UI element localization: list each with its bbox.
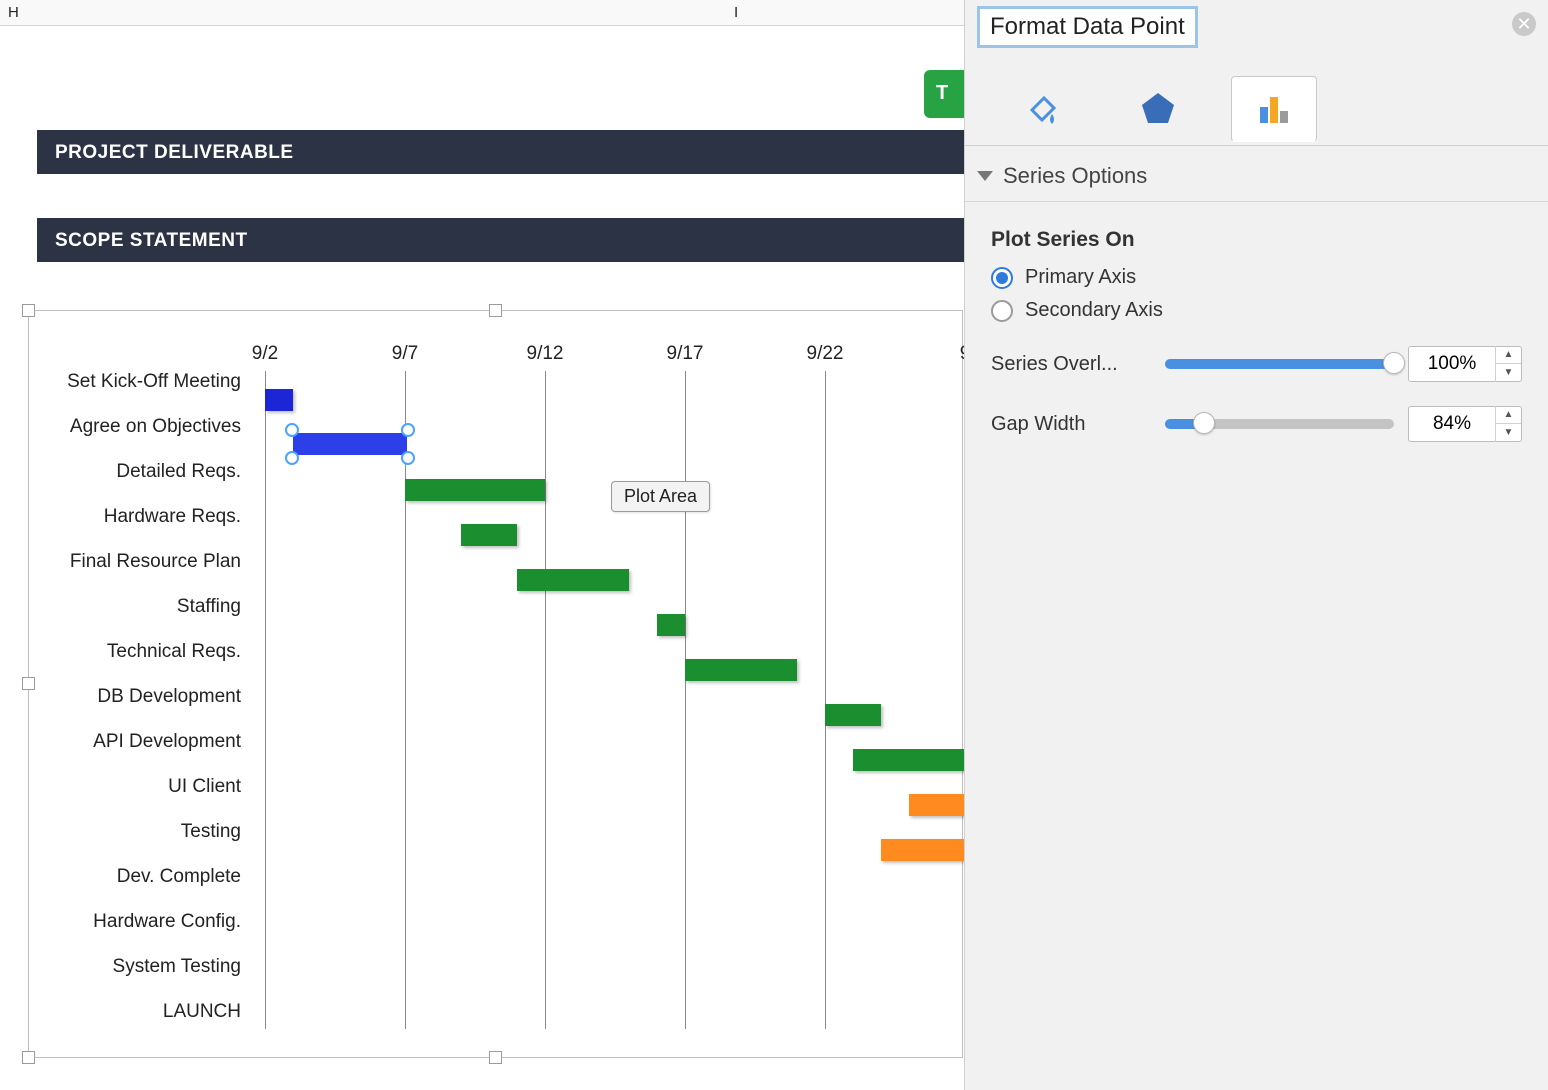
x-tick: 9/7 (392, 343, 418, 365)
bar-handle-icon[interactable] (285, 451, 299, 465)
gap-width-slider[interactable] (1165, 419, 1394, 429)
gantt-bar[interactable] (265, 389, 293, 411)
green-button-fragment[interactable]: T (924, 70, 964, 118)
gantt-bar[interactable] (881, 839, 965, 861)
x-tick: 9/17 (667, 343, 704, 365)
stepper-up-icon[interactable]: ▲ (1496, 406, 1521, 424)
scope-statement-banner: SCOPE STATEMENT (37, 218, 964, 262)
y-label: LAUNCH (163, 1001, 241, 1023)
format-panel: Format Data Point ✕ Series Options Plot … (964, 0, 1548, 1090)
slider-thumb-icon[interactable] (1193, 412, 1215, 434)
y-label: DB Development (97, 686, 241, 708)
series-overlap-label: Series Overl... (991, 353, 1151, 376)
project-deliverable-banner: PROJECT DELIVERABLE (37, 130, 964, 174)
gap-width-label: Gap Width (991, 413, 1151, 436)
radio-primary-axis[interactable]: Primary Axis (991, 266, 1522, 289)
y-label: Staffing (177, 596, 241, 618)
panel-body: Plot Series On Primary Axis Secondary Ax… (965, 210, 1548, 460)
plot-area-tooltip: Plot Area (611, 481, 710, 512)
y-label: System Testing (113, 956, 241, 978)
gantt-bar[interactable] (853, 749, 965, 771)
gantt-bar[interactable] (909, 794, 965, 816)
gap-width-stepper[interactable]: 84% ▲ ▼ (1408, 406, 1522, 442)
bar-handle-icon[interactable] (401, 451, 415, 465)
gantt-bar[interactable] (461, 524, 517, 546)
series-overlap-value: 100% (1409, 353, 1495, 375)
gantt-bar[interactable] (685, 659, 797, 681)
resize-handle-middle-left[interactable] (22, 677, 35, 690)
series-overlap-slider[interactable] (1165, 359, 1394, 369)
primary-axis-label: Primary Axis (1025, 266, 1136, 289)
column-header-i[interactable]: I (734, 4, 738, 21)
y-label: Detailed Reqs. (116, 461, 241, 483)
resize-handle-bottom-left[interactable] (22, 1051, 35, 1064)
y-label: Hardware Reqs. (104, 506, 241, 528)
plot-series-on-label: Plot Series On (991, 228, 1522, 252)
gantt-bar-selected[interactable] (293, 433, 407, 455)
resize-handle-top-center[interactable] (489, 304, 502, 317)
stepper-down-icon[interactable]: ▼ (1496, 424, 1521, 442)
panel-tabbar (965, 70, 1548, 146)
radio-icon[interactable] (991, 300, 1013, 322)
resize-handle-bottom-center[interactable] (489, 1051, 502, 1064)
close-icon[interactable]: ✕ (1512, 12, 1536, 36)
chart-frame[interactable]: Set Kick-Off Meeting Agree on Objectives… (28, 310, 963, 1058)
stepper-down-icon[interactable]: ▼ (1496, 364, 1521, 382)
radio-icon[interactable] (991, 267, 1013, 289)
column-header-h[interactable]: H (8, 4, 19, 21)
radio-secondary-axis[interactable]: Secondary Axis (991, 299, 1522, 322)
y-label: Hardware Config. (93, 911, 241, 933)
plot-area[interactable]: 9/2 9/7 9/12 9/17 9/22 9 Plot Area (265, 329, 965, 1049)
y-label: Dev. Complete (117, 866, 241, 888)
y-label: Final Resource Plan (70, 551, 241, 573)
x-tick: 9/12 (527, 343, 564, 365)
tab-series-options[interactable] (1231, 76, 1317, 142)
x-tick: 9/22 (807, 343, 844, 365)
slider-thumb-icon[interactable] (1383, 352, 1405, 374)
gantt-bar[interactable] (405, 479, 545, 501)
stepper-up-icon[interactable]: ▲ (1496, 346, 1521, 364)
panel-title[interactable]: Format Data Point (977, 6, 1198, 48)
pentagon-icon (1138, 88, 1178, 128)
y-label: Technical Reqs. (107, 641, 241, 663)
y-label: Testing (181, 821, 241, 843)
bar-handle-icon[interactable] (285, 423, 299, 437)
chevron-down-icon (977, 171, 993, 181)
gantt-bar[interactable] (517, 569, 629, 591)
secondary-axis-label: Secondary Axis (1025, 299, 1163, 322)
y-label: Set Kick-Off Meeting (67, 371, 241, 393)
tab-fill-and-line[interactable] (999, 75, 1085, 141)
gantt-bar[interactable] (825, 704, 881, 726)
x-tick: 9/2 (252, 343, 278, 365)
tab-effects[interactable] (1115, 75, 1201, 141)
resize-handle-top-left[interactable] (22, 304, 35, 317)
bar-handle-icon[interactable] (401, 423, 415, 437)
series-options-header[interactable]: Series Options (965, 150, 1548, 202)
series-options-label: Series Options (1003, 163, 1147, 189)
bar-chart-icon (1254, 89, 1294, 129)
y-label: Agree on Objectives (70, 416, 241, 438)
gap-width-value: 84% (1409, 413, 1495, 435)
y-label: UI Client (168, 776, 241, 798)
paint-bucket-icon (1022, 88, 1062, 128)
series-overlap-stepper[interactable]: 100% ▲ ▼ (1408, 346, 1522, 382)
gantt-bar[interactable] (657, 614, 685, 636)
y-label: API Development (93, 731, 241, 753)
